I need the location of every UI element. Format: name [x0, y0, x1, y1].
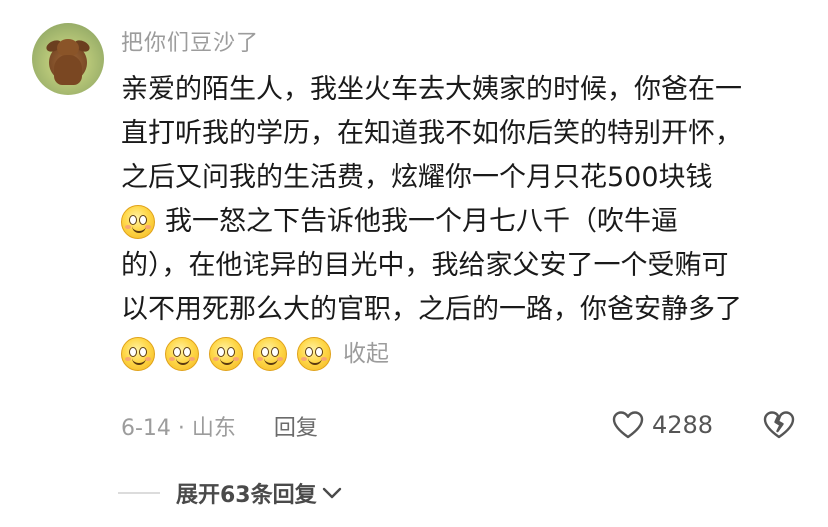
- comment-line-with-emoji: 我一怒之下告诉他我一个月七八千（吹牛逼: [121, 200, 811, 244]
- reply-button[interactable]: 回复: [274, 410, 318, 442]
- expand-replies-label[interactable]: 展开63条回复: [176, 477, 317, 509]
- smiling-face-emoji-icon: [121, 205, 155, 239]
- smiling-face-emoji-icon: [165, 337, 199, 371]
- comment-line: 直打听我的学历，在知道我不如你后笑的特别开怀，: [121, 118, 742, 149]
- chevron-down-icon: [322, 487, 341, 499]
- collapse-link[interactable]: 收起: [343, 332, 389, 376]
- comment-line: 亲爱的陌生人，我坐火车去大姨家的时候，你爸在一: [121, 74, 742, 105]
- comment-line: 的），在他诧异的目光中，我给家父安了一个受贿可: [121, 250, 729, 281]
- date-location: 6-14 · 山东: [121, 416, 236, 441]
- expand-replies[interactable]: 展开63条回复: [118, 478, 343, 508]
- avatar[interactable]: [32, 23, 104, 95]
- username[interactable]: 把你们豆沙了: [121, 25, 259, 57]
- broken-heart-icon[interactable]: [762, 406, 796, 442]
- like-count: 4288: [652, 411, 714, 439]
- comment-text: 亲爱的陌生人，我坐火车去大姨家的时候，你爸在一 直打听我的学历，在知道我不如你后…: [121, 68, 811, 376]
- emoji-row: 收起: [121, 332, 811, 376]
- heart-outline-icon: [612, 411, 644, 439]
- comment-line: 我一怒之下告诉他我一个月七八千（吹牛逼: [165, 206, 678, 237]
- divider: [118, 492, 160, 494]
- like-button[interactable]: 4288: [612, 405, 713, 445]
- smiling-face-emoji-icon: [209, 337, 243, 371]
- comment-line: 以不用死那么大的官职，之后的一路，你爸安静多了: [121, 294, 742, 325]
- avatar-body: [54, 55, 82, 85]
- comment-line: 之后又问我的生活费，炫耀你一个月只花500块钱: [121, 162, 713, 193]
- smiling-face-emoji-icon: [121, 337, 155, 371]
- smiling-face-emoji-icon: [297, 337, 331, 371]
- smiling-face-emoji-icon: [253, 337, 287, 371]
- comment-meta: 6-14 · 山东 回复: [121, 408, 318, 444]
